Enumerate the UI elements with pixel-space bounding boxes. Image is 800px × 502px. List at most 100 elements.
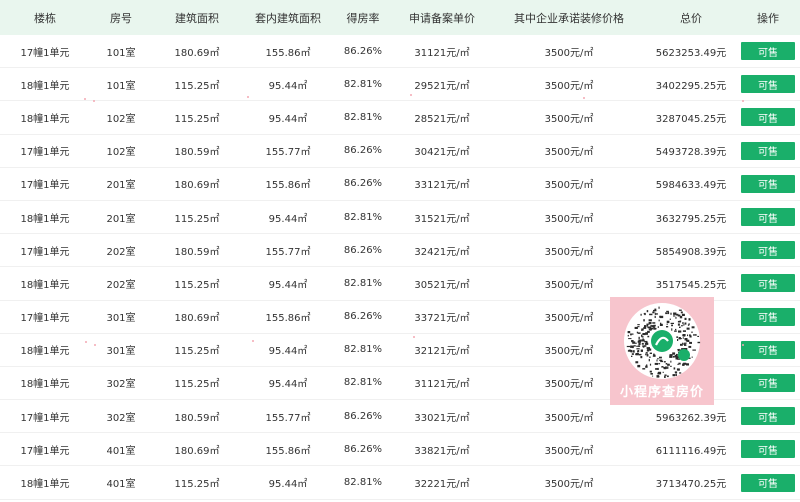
available-button[interactable]: 可售	[741, 108, 795, 127]
cell-building: 17幢1单元	[20, 412, 70, 424]
cell-efficiency: 82.81%	[343, 377, 383, 389]
cell-gross-area: 115.25㎡	[174, 113, 220, 125]
available-button[interactable]: 可售	[741, 174, 795, 193]
cell-action: 可售	[736, 168, 800, 200]
available-button[interactable]: 可售	[741, 407, 795, 426]
cell-efficiency: 82.81%	[343, 211, 383, 223]
available-button[interactable]: 可售	[741, 75, 795, 94]
cell-gross-area: 115.25㎡	[174, 213, 220, 225]
cell-efficiency: 86.26%	[343, 145, 383, 157]
available-button[interactable]: 可售	[741, 241, 795, 260]
cell-efficiency: 86.26%	[343, 311, 383, 323]
available-button[interactable]: 可售	[741, 440, 795, 459]
cell-gross-area: 180.69㎡	[174, 47, 220, 59]
cell-room: 302室	[106, 412, 136, 424]
speck	[742, 100, 744, 102]
available-button[interactable]: 可售	[741, 141, 795, 160]
cell-unit-price: 33021元/㎡	[414, 412, 470, 424]
cell-building: 18幢1单元	[20, 379, 70, 391]
cell-total-price: 5623253.49元	[655, 47, 727, 59]
table-row: 17幢1单元 101室 180.69㎡ 155.86㎡ 86.26% 31121元/㎡ 35…	[0, 35, 800, 69]
cell-action: 可售	[736, 466, 800, 498]
cell-unit-price: 29521元/㎡	[414, 80, 470, 92]
cell-unit-price: 30521元/㎡	[414, 279, 470, 291]
header-room: 房号	[110, 11, 132, 25]
cell-action: 可售	[736, 367, 800, 399]
cell-gross-area: 180.69㎡	[174, 445, 220, 457]
cell-decoration-price: 3500元/㎡	[544, 279, 594, 291]
cell-inner-area: 155.77㎡	[265, 147, 311, 159]
available-button[interactable]: 可售	[741, 473, 795, 492]
speck	[742, 344, 744, 346]
header-gross-area: 建筑面积	[175, 11, 219, 25]
cell-unit-price: 32121元/㎡	[414, 346, 470, 358]
cell-total-price: 3402295.25元	[655, 80, 727, 92]
cell-action: 可售	[736, 201, 800, 233]
cell-decoration-price: 3500元/㎡	[544, 147, 594, 159]
cell-room: 101室	[106, 47, 136, 59]
cell-decoration-price: 3500元/㎡	[544, 47, 594, 59]
table-row: 17幢1单元 202室 180.59㎡ 155.77㎡ 86.26% 32421元/㎡ 35…	[0, 234, 800, 268]
cell-efficiency: 82.81%	[343, 477, 383, 489]
mini-program-qr-overlay[interactable]: 小程序查房价	[610, 297, 714, 405]
table-row: 17幢1单元 201室 180.69㎡ 155.86㎡ 86.26% 33121元/㎡ 35…	[0, 168, 800, 201]
cell-building: 18幢1单元	[20, 479, 70, 491]
cell-total-price: 5493728.39元	[655, 147, 727, 159]
cell-action: 可售	[736, 101, 800, 133]
cell-inner-area: 95.44㎡	[268, 213, 308, 225]
cell-building: 17幢1单元	[20, 246, 70, 258]
cell-room: 301室	[106, 313, 136, 325]
cell-action: 可售	[736, 334, 800, 366]
cell-building: 17幢1单元	[20, 147, 70, 159]
header-total-price: 总价	[680, 11, 702, 25]
cell-efficiency: 86.26%	[343, 244, 383, 256]
available-button[interactable]: 可售	[741, 307, 795, 326]
cell-total-price: 3287045.25元	[655, 113, 727, 125]
cell-total-price: 6111116.49元	[655, 445, 727, 457]
cell-inner-area: 95.44㎡	[268, 379, 308, 391]
cell-unit-price: 32421元/㎡	[414, 246, 470, 258]
cell-building: 18幢1单元	[20, 213, 70, 225]
cell-inner-area: 155.77㎡	[265, 412, 311, 424]
table-row: 17幢1单元 401室 180.69㎡ 155.86㎡ 86.26% 33821元/㎡ 35…	[0, 433, 800, 467]
cell-decoration-price: 3500元/㎡	[544, 445, 594, 457]
cell-total-price: 5854908.39元	[655, 246, 727, 258]
cell-efficiency: 82.81%	[343, 111, 383, 123]
cell-inner-area: 155.86㎡	[265, 180, 311, 192]
cell-gross-area: 180.69㎡	[174, 180, 220, 192]
cell-building: 17幢1单元	[20, 445, 70, 457]
cell-inner-area: 95.44㎡	[268, 279, 308, 291]
speck	[84, 98, 86, 100]
cell-efficiency: 82.81%	[343, 78, 383, 90]
cell-gross-area: 115.25㎡	[174, 80, 220, 92]
speck	[85, 341, 87, 343]
cell-building: 18幢1单元	[20, 279, 70, 291]
available-button[interactable]: 可售	[741, 340, 795, 359]
cell-total-price: 3517545.25元	[655, 279, 727, 291]
cell-room: 301室	[106, 346, 136, 358]
cell-total-price: 5984633.49元	[655, 180, 727, 192]
cell-decoration-price: 3500元/㎡	[544, 479, 594, 491]
cell-room: 202室	[106, 279, 136, 291]
cell-inner-area: 95.44㎡	[268, 346, 308, 358]
table-row: 17幢1单元 302室 180.59㎡ 155.77㎡ 86.26% 33021元/㎡ 35…	[0, 400, 800, 434]
mini-program-label: 小程序查房价	[619, 385, 704, 400]
available-button[interactable]: 可售	[741, 42, 795, 61]
header-action: 操作	[757, 11, 779, 25]
cell-decoration-price: 3500元/㎡	[544, 246, 594, 258]
cell-unit-price: 30421元/㎡	[414, 147, 470, 159]
cell-building: 18幢1单元	[20, 80, 70, 92]
cell-gross-area: 180.59㎡	[174, 246, 220, 258]
cell-gross-area: 115.25㎡	[174, 379, 220, 391]
cell-efficiency: 86.26%	[343, 178, 383, 190]
cell-total-price: 3713470.25元	[655, 479, 727, 491]
cell-action: 可售	[736, 301, 800, 333]
speck	[94, 344, 96, 346]
cell-inner-area: 155.86㎡	[265, 47, 311, 59]
available-button[interactable]: 可售	[741, 373, 795, 392]
cell-efficiency: 82.81%	[343, 277, 383, 289]
cell-room: 102室	[106, 113, 136, 125]
available-button[interactable]: 可售	[741, 208, 795, 227]
cell-efficiency: 82.81%	[343, 344, 383, 356]
available-button[interactable]: 可售	[741, 274, 795, 293]
